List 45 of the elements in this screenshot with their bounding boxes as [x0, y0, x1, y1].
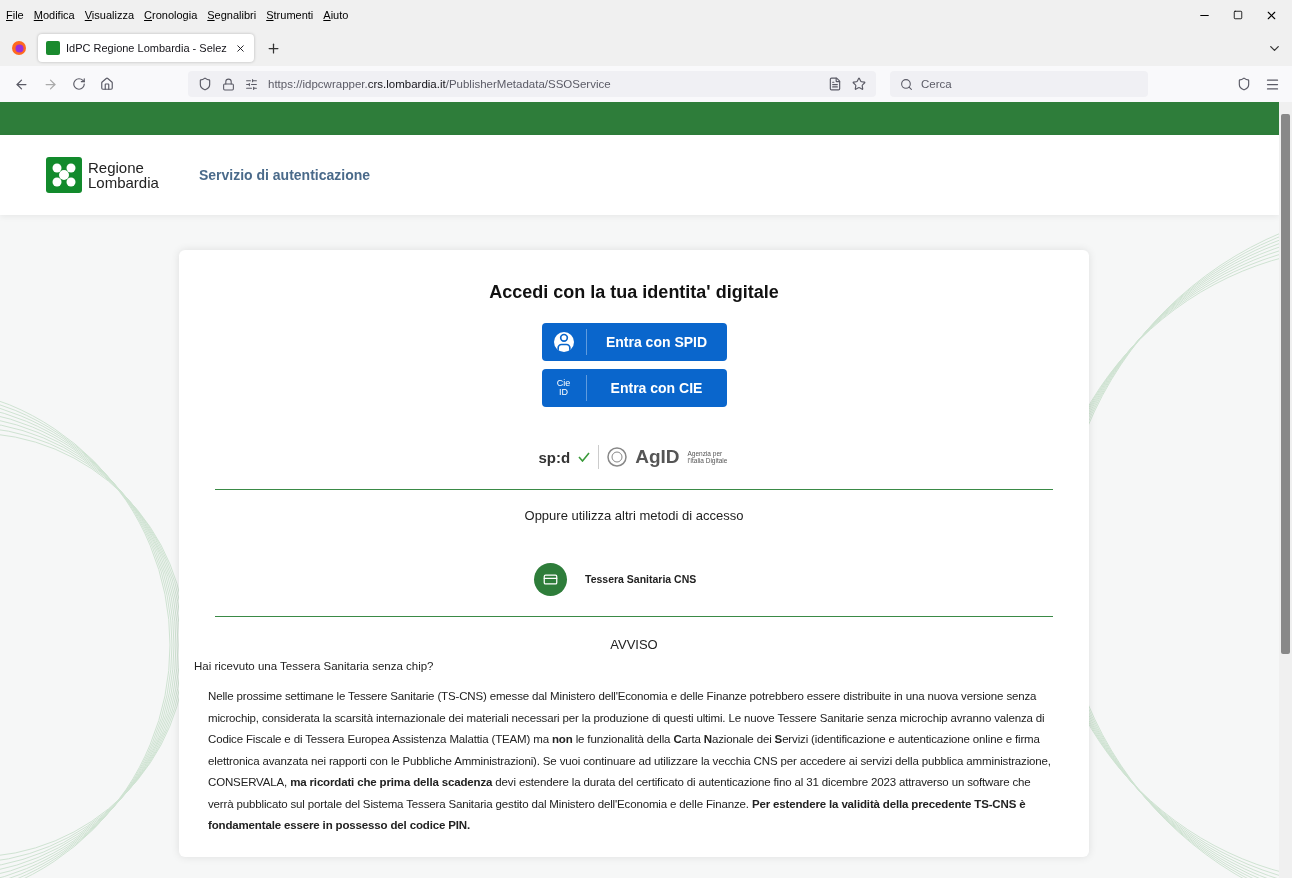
menu-item[interactable]: Visualizza	[84, 9, 135, 21]
menu-item[interactable]: File	[6, 9, 24, 21]
login-button[interactable]: Entra con SPID	[541, 323, 727, 361]
cie-icon: Cie ID	[552, 379, 575, 397]
menu-item[interactable]: Cronologia	[144, 9, 198, 21]
region-logo-icon	[46, 157, 82, 193]
star-icon[interactable]	[852, 77, 866, 91]
favicon-icon	[46, 41, 60, 55]
menu-icon[interactable]	[1265, 76, 1280, 92]
menu-item[interactable]: Modifica	[33, 9, 75, 21]
region-logo-text: Regione Lombardia	[88, 160, 159, 190]
reader-view-icon[interactable]	[828, 77, 842, 91]
login-button[interactable]: Cie ID Entra con CIE	[541, 369, 727, 407]
shield-icon[interactable]	[198, 77, 212, 91]
tab-title: IdPC Regione Lombardia - Selez	[66, 42, 228, 54]
alternative-link[interactable]: Tessera Sanitaria CNS	[585, 573, 697, 585]
search-icon	[900, 77, 913, 91]
alternatives-title: Oppure utilizza altri metodi di accesso	[524, 508, 744, 523]
service-title: Servizio di autenticazione	[198, 167, 371, 183]
menu-item[interactable]: Segnalibri	[207, 9, 257, 21]
menu-item[interactable]: Strumenti	[266, 9, 314, 21]
agid-logo: AgID	[635, 446, 680, 468]
lock-icon[interactable]	[222, 77, 235, 91]
home-icon[interactable]	[100, 77, 114, 91]
maximize-icon[interactable]	[1233, 10, 1243, 20]
new-tab-icon[interactable]	[266, 40, 281, 56]
back-icon[interactable]	[14, 76, 29, 92]
notice-title: AVVISO	[610, 637, 658, 652]
checkmark-icon	[578, 452, 591, 462]
menu-item[interactable]: Aiuto	[323, 9, 349, 21]
login-title: Accedi con la tua identita' digitale	[489, 282, 779, 303]
browser-tab[interactable]: IdPC Regione Lombardia - Selez	[38, 34, 254, 62]
address-bar[interactable]: https://idpcwrapper.crs.lombardia.it/PublisherMetadata/SSOService	[188, 71, 876, 97]
emblem-icon	[607, 447, 628, 467]
permissions-icon[interactable]	[245, 77, 258, 91]
reload-icon[interactable]	[72, 77, 86, 91]
card-icon[interactable]	[534, 563, 567, 596]
scrollbar[interactable]	[1279, 102, 1292, 878]
user-icon	[553, 332, 574, 352]
search-field[interactable]: Cerca	[890, 71, 1148, 97]
notice-text: Nelle prossime settimane le Tessere Sanitarie (TS-CNS) emesse dal Ministero dell'Economia e delle Finanze potrebbero essere distribuite in una nuova versione senza microchip, considerata la scarsità internazionale dei materiali necessari per la produzione di questi ultimi. Le nuove Tessere Sanitarie senza microchip avranno valenza di Codice Fiscale e di Tessera Europea Assistenza Malattia (TEAM) ma non le funzionalità della Carta Nazionale dei Servizi (identificazione e autenticazione online e firma elettronica avanzata nei rapporti con le Pubbliche Amministrazioni). Se vuoi continuare ad utilizzare la vecchia CNS per accedere ai servizi della pubblica amministrazione, CONSERVALA, ma ricordati che prima della scadenza devi estendere la durata del certificato di autenticazione fino al 31 dicembre 2023 attraverso un software che verrà pubblicato sul portale del Sistema Tessera Sanitaria gestito dal Ministero dell'Economia e delle Finanze. Per estendere la validità della precedente TS-CNS è fondamentale essere in possesso del codice PIN.	[208, 689, 1052, 833]
spid-logo: sp:d	[538, 448, 571, 466]
notice-question: Hai ricevuto una Tessera Sanitaria senza chip?	[194, 660, 434, 672]
close-tab-icon[interactable]	[235, 42, 246, 54]
browser-logo-icon[interactable]	[12, 41, 26, 55]
